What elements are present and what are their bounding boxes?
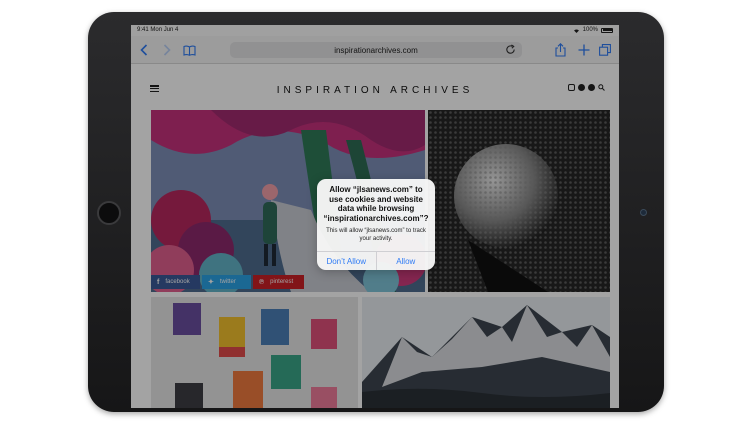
alert-actions: Don’t Allow Allow	[317, 251, 435, 270]
camera	[640, 209, 647, 216]
stage: 9:41 Mon Jun 4 100% inspirationarchives.…	[0, 0, 750, 422]
home-button[interactable]	[97, 201, 121, 225]
alert-title: Allow “jlsanews.com” to use cookies and …	[323, 185, 429, 223]
cookie-permission-alert: Allow “jlsanews.com” to use cookies and …	[317, 179, 435, 270]
screen: 9:41 Mon Jun 4 100% inspirationarchives.…	[131, 25, 619, 408]
allow-button[interactable]: Allow	[375, 252, 436, 270]
ipad-device: 9:41 Mon Jun 4 100% inspirationarchives.…	[88, 12, 664, 412]
dont-allow-button[interactable]: Don’t Allow	[317, 252, 376, 270]
alert-message: This will allow “jlsanews.com” to track …	[326, 228, 426, 242]
